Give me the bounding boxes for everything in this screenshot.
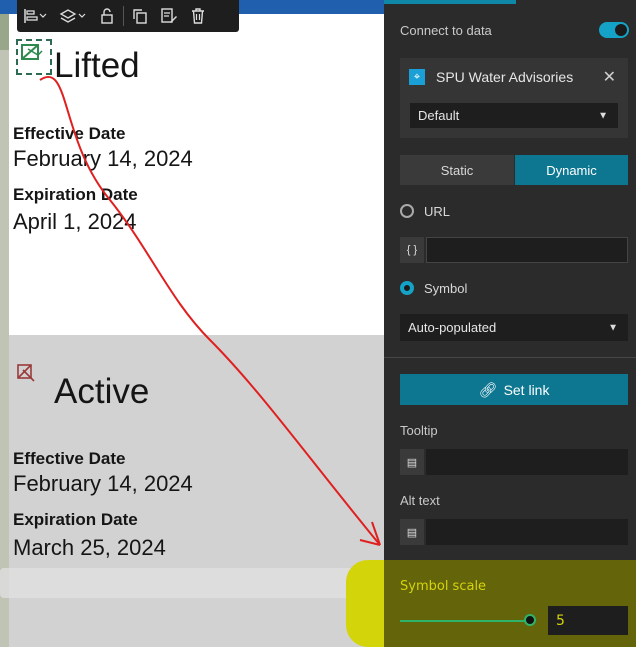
red-arrow-annotation [39, 76, 381, 546]
